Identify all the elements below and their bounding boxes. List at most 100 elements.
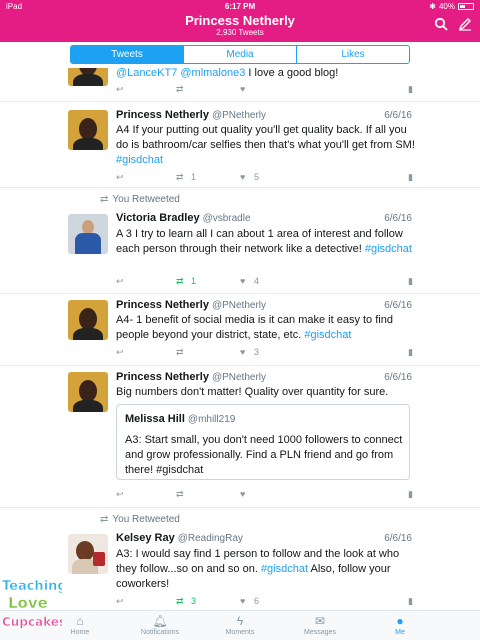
bottom-tab-bar: ⌂ Home 🔔︎ Notifications ϟ Moments ✉ Mess…	[0, 610, 480, 640]
hashtag-link[interactable]: #gisdchat	[304, 329, 351, 341]
envelope-icon: ✉	[314, 614, 326, 628]
tweet-text: Big numbers don't matter! Quality over q…	[116, 386, 389, 398]
reply-icon[interactable]: ↩	[116, 172, 124, 183]
tweet-author-handle: @vsbradle	[202, 213, 251, 224]
tweet-text: A3: I would say find 1 person to follow …	[116, 548, 400, 590]
tweet-date: 6/6/16	[384, 300, 412, 311]
avatar[interactable]	[68, 68, 108, 86]
avatar[interactable]	[68, 214, 108, 254]
tab-tweets[interactable]: Tweets	[71, 46, 183, 63]
quoted-tweet[interactable]: Melissa Hill @mhill219 A3: Start small, y…	[116, 404, 410, 480]
bluetooth-icon: ✱	[429, 2, 436, 11]
like-icon[interactable]: ♥	[240, 347, 245, 357]
tweet-author-handle: @PNetherly	[211, 372, 266, 383]
battery-indicator: ✱ 40%	[429, 2, 474, 11]
analytics-icon[interactable]: ▮	[408, 276, 413, 287]
tweet-date: 6/6/16	[384, 213, 412, 224]
nav-moments[interactable]: ϟ Moments	[200, 614, 280, 636]
tweet-actions: ↩ ⇄ 1 ♥ 5 ▮	[116, 172, 416, 184]
profile-name-title: Princess Netherly	[185, 13, 295, 28]
tweet-author-name[interactable]: Kelsey Ray	[116, 532, 175, 544]
retweet-icon[interactable]: ⇄	[176, 347, 184, 358]
hashtag-link[interactable]: #gisdchat	[261, 563, 308, 575]
retweet-icon[interactable]: ⇄	[176, 84, 184, 95]
tweet-author-name[interactable]: Victoria Bradley	[116, 212, 200, 224]
avatar[interactable]	[68, 534, 108, 574]
tweet-text: @LanceKT7 @mlmalone3 I love a good blog!	[116, 68, 339, 79]
analytics-icon[interactable]: ▮	[408, 172, 413, 183]
like-icon[interactable]: ♥	[240, 84, 245, 94]
app-header: iPad 6:17 PM ✱ 40% Princess Netherly 2,9…	[0, 0, 480, 42]
like-count: 6	[254, 596, 260, 606]
quoted-author-handle: @mhill219	[187, 414, 236, 425]
nav-me[interactable]: ● Me	[360, 614, 440, 636]
tweet-actions: ↩ ⇄ ♥ 3 ▮	[116, 347, 416, 359]
like-count: 5	[254, 172, 260, 182]
tweet-item[interactable]: ⇄ You Retweeted Kelsey Ray @ReadingRay 6/…	[0, 508, 480, 610]
retweet-icon[interactable]: ⇄	[176, 172, 184, 183]
tab-likes[interactable]: Likes	[296, 46, 409, 63]
analytics-icon[interactable]: ▮	[408, 84, 413, 95]
battery-icon	[458, 3, 474, 10]
like-count: 4	[254, 276, 260, 286]
tweet-item[interactable]: Princess Netherly @PNetherly 6/6/16 A4 If…	[0, 102, 480, 188]
avatar[interactable]	[68, 110, 108, 150]
reply-icon[interactable]: ↩	[116, 596, 124, 607]
svg-text:Love: Love	[8, 594, 48, 612]
battery-percent: 40%	[438, 2, 455, 11]
tweet-item[interactable]: ⇄ You Retweeted Victoria Bradley @vsbradl…	[0, 188, 480, 294]
tab-media[interactable]: Media	[183, 46, 296, 63]
tweet-item[interactable]: Princess Netherly @PNetherly 6/6/16 A4- 1…	[0, 294, 480, 366]
tweet-author-handle: @ReadingRay	[177, 533, 243, 544]
tweet-author-handle: @PNetherly	[211, 300, 266, 311]
teaching-love-cupcakes-logo: Teaching Love Cupcakes	[2, 579, 62, 630]
nav-notifications[interactable]: 🔔︎ Notifications	[120, 614, 200, 636]
tweet-actions: ↩ ⇄ ♥ ▮	[116, 84, 416, 96]
reply-icon[interactable]: ↩	[116, 489, 124, 500]
search-icon[interactable]	[434, 17, 448, 31]
tweet-actions: ↩ ⇄ 3 ♥ 6 ▮	[116, 596, 416, 608]
tweet-count: 2,930 Tweets	[216, 28, 264, 37]
reply-icon[interactable]: ↩	[116, 347, 124, 358]
reply-icon[interactable]: ↩	[116, 276, 124, 287]
hashtag-link[interactable]: #gisdchat	[365, 243, 412, 255]
like-icon[interactable]: ♥	[240, 596, 245, 606]
like-icon[interactable]: ♥	[240, 276, 245, 286]
tweet-item[interactable]: Princess Netherly @PNetherly 6/6/16 Big n…	[0, 366, 480, 508]
retweet-count: 1	[191, 172, 197, 182]
like-icon[interactable]: ♥	[240, 489, 245, 499]
tweet-author-name[interactable]: Princess Netherly	[116, 109, 209, 121]
retweet-icon[interactable]: ⇄	[176, 276, 184, 287]
clock: 6:17 PM	[224, 2, 256, 11]
tweet-text: A 3 I try to learn all I can about 1 are…	[116, 228, 412, 255]
avatar[interactable]	[68, 372, 108, 412]
retweet-context: ⇄ You Retweeted	[100, 514, 180, 525]
tweet-author-name[interactable]: Princess Netherly	[116, 371, 209, 383]
nav-messages[interactable]: ✉ Messages	[280, 614, 360, 636]
like-icon[interactable]: ♥	[240, 172, 245, 182]
tweet-author-name[interactable]: Princess Netherly	[116, 299, 209, 311]
retweet-small-icon: ⇄	[100, 514, 109, 525]
analytics-icon[interactable]: ▮	[408, 596, 413, 607]
tweet-timeline[interactable]: @LanceKT7 @mlmalone3 I love a good blog!…	[0, 68, 480, 610]
retweet-icon[interactable]: ⇄	[176, 596, 184, 607]
tweet-item[interactable]: @LanceKT7 @mlmalone3 I love a good blog!…	[0, 68, 480, 102]
quoted-tweet-text: A3: Start small, you don't need 1000 fol…	[125, 434, 403, 476]
tweet-actions: ↩ ⇄ ♥ ▮	[116, 489, 416, 501]
retweet-icon[interactable]: ⇄	[176, 489, 184, 500]
tweet-actions: ↩ ⇄ 1 ♥ 4 ▮	[116, 276, 416, 288]
retweet-count: 3	[191, 596, 197, 606]
tweet-date: 6/6/16	[384, 110, 412, 121]
reply-icon[interactable]: ↩	[116, 84, 124, 95]
svg-text:Teaching: Teaching	[2, 579, 62, 594]
retweet-small-icon: ⇄	[100, 194, 109, 205]
avatar[interactable]	[68, 300, 108, 340]
analytics-icon[interactable]: ▮	[408, 347, 413, 358]
compose-tweet-icon[interactable]	[458, 17, 472, 31]
quoted-author-name: Melissa Hill	[125, 413, 185, 425]
svg-text:Cupcakes: Cupcakes	[2, 615, 62, 629]
hashtag-link[interactable]: #gisdchat	[116, 154, 163, 166]
analytics-icon[interactable]: ▮	[408, 489, 413, 500]
retweet-context: ⇄ You Retweeted	[100, 194, 180, 205]
like-count: 3	[254, 347, 260, 357]
